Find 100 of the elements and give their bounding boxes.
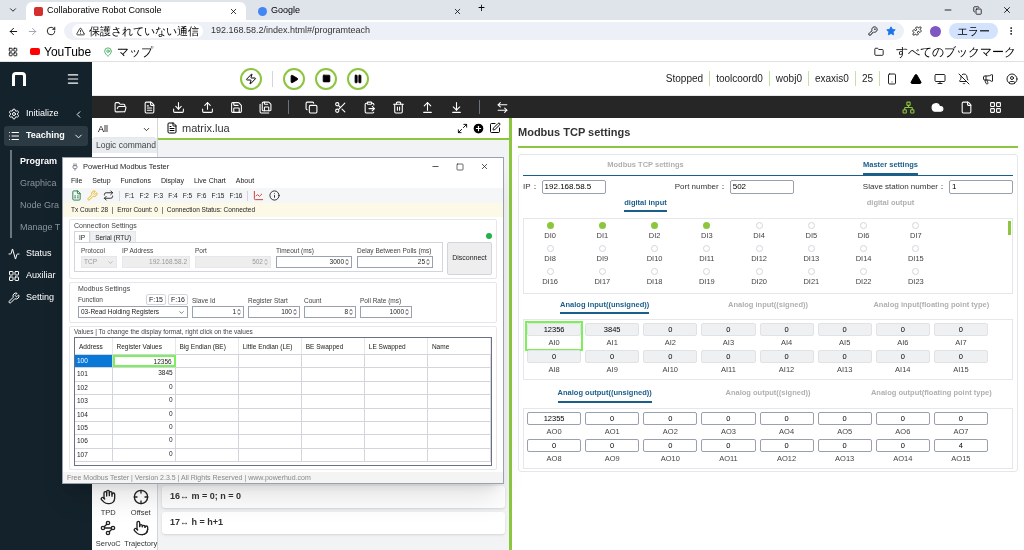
warning-icon[interactable] — [910, 72, 922, 85]
key-icon[interactable] — [868, 26, 878, 36]
power-button[interactable] — [240, 67, 262, 90]
play-button[interactable] — [283, 67, 305, 90]
swap-icon[interactable] — [496, 100, 509, 114]
tab-list-icon[interactable] — [8, 5, 18, 15]
delete-icon[interactable] — [392, 100, 405, 114]
expand-icon[interactable] — [457, 122, 468, 134]
network-icon[interactable] — [902, 100, 915, 114]
pulse-icon — [8, 248, 20, 260]
star-icon[interactable] — [886, 26, 896, 36]
restore-icon[interactable] — [973, 6, 982, 15]
copy-icon[interactable] — [305, 100, 318, 114]
upload-icon[interactable] — [201, 100, 214, 114]
list-icon — [8, 130, 20, 142]
app-logo-icon — [34, 6, 43, 16]
grid-icon[interactable] — [989, 100, 1002, 114]
browser-tab[interactable]: Google — [250, 2, 470, 20]
panel-title: Modbus TCP settings — [518, 118, 1018, 148]
paste-icon[interactable] — [363, 100, 376, 114]
back-icon[interactable] — [8, 25, 19, 37]
pause-icon — [353, 73, 363, 84]
close-icon[interactable] — [1002, 5, 1012, 15]
address-bar[interactable]: 保護されていない通信 192.168.58.2/index.html#/programteach — [64, 22, 904, 40]
spin-arrows-icon[interactable] — [345, 258, 349, 266]
lightning-icon — [245, 72, 257, 85]
edit-icon[interactable] — [489, 122, 501, 134]
bookmark-link[interactable]: YouTube — [44, 44, 92, 59]
video-logo-icon — [30, 48, 40, 55]
new-tab-button[interactable]: + — [474, 0, 489, 17]
security-chip[interactable]: 保護されていない通信 — [72, 24, 203, 38]
cut-icon[interactable] — [334, 100, 347, 114]
close-icon[interactable] — [453, 6, 462, 16]
chevron-down-icon — [178, 308, 185, 316]
input-field[interactable]: 502 — [729, 179, 794, 194]
maximize-icon[interactable] — [456, 162, 464, 171]
spreadsheet-icon[interactable] — [71, 190, 82, 201]
wrench-icon — [8, 292, 20, 304]
waypoints-icon — [100, 519, 117, 536]
grid-icon — [8, 270, 20, 282]
scrollbar-thumb[interactable] — [1008, 221, 1011, 235]
menu-icon[interactable] — [66, 72, 80, 86]
avatar-icon[interactable] — [930, 25, 941, 37]
sidebar-item[interactable]: Initialize — [4, 104, 88, 124]
folder-icon — [874, 46, 884, 57]
user-icon[interactable] — [1006, 72, 1018, 85]
extensions-icon[interactable] — [912, 26, 922, 36]
phone-icon[interactable] — [886, 72, 898, 85]
field-label: Slave station number： — [862, 180, 946, 193]
sidebar-subitem[interactable]: Manage T — [20, 216, 61, 238]
sidebar-item[interactable]: Auxiliar — [4, 266, 60, 286]
spin-arrows-icon[interactable] — [349, 308, 353, 316]
sidebar-item[interactable]: Teaching — [4, 126, 88, 146]
globe-icon — [258, 6, 267, 16]
browser-tab[interactable]: Collaborative Robot Console — [26, 2, 246, 20]
apps-icon[interactable] — [8, 46, 18, 57]
sidebar-item[interactable]: Setting — [4, 288, 59, 308]
sidebar-subitem[interactable]: Node Gra — [20, 194, 60, 216]
save-all-icon[interactable] — [259, 100, 272, 114]
save-icon[interactable] — [230, 100, 243, 114]
close-icon[interactable] — [229, 6, 238, 16]
repeat-icon[interactable] — [103, 190, 114, 201]
chevron-down-icon — [107, 258, 114, 266]
spin-arrows-icon[interactable] — [426, 258, 430, 266]
reload-icon[interactable] — [46, 26, 56, 36]
input-field[interactable]: 1 — [949, 179, 1013, 194]
folder-icon[interactable] — [114, 100, 127, 114]
close-icon[interactable] — [480, 162, 489, 171]
download-icon[interactable] — [172, 100, 185, 114]
spin-arrows-icon[interactable] — [293, 308, 297, 316]
chart-icon[interactable] — [253, 190, 265, 201]
monitor-icon[interactable] — [934, 72, 946, 85]
sidebar-subitem[interactable]: Program — [20, 150, 57, 172]
file-icon[interactable] — [143, 100, 156, 114]
tab-title: Collaborative Robot Console — [47, 4, 163, 18]
bookmark-link[interactable]: すべてのブックマーク — [896, 44, 1016, 59]
spin-arrows-icon[interactable] — [237, 308, 241, 316]
sidebar-subitem[interactable]: Graphica — [20, 172, 57, 194]
input-field[interactable]: 192.168.58.5 — [541, 179, 606, 194]
move-up-icon[interactable] — [421, 100, 434, 114]
tab-title: Google — [271, 4, 302, 18]
url-text: 192.168.58.2/index.html#/programteach — [211, 24, 371, 38]
info-icon[interactable] — [269, 190, 281, 201]
add-icon[interactable] — [472, 121, 485, 135]
spin-arrows-icon[interactable] — [405, 308, 409, 316]
category-tab[interactable]: Logic command — [92, 138, 157, 153]
file-icon[interactable] — [960, 100, 973, 114]
megaphone-icon[interactable] — [982, 72, 994, 85]
cloud-icon[interactable] — [931, 100, 944, 114]
profile-button[interactable]: エラー — [949, 22, 998, 40]
mute-icon[interactable] — [958, 72, 970, 85]
gear-icon — [8, 108, 20, 120]
sidebar-item[interactable]: Status — [4, 244, 56, 264]
file-name: matrix.lua — [182, 120, 230, 136]
pointer-icon — [132, 519, 149, 536]
move-down-icon[interactable] — [450, 100, 463, 114]
bookmark-link[interactable]: マップ — [117, 44, 154, 59]
stop-button[interactable] — [315, 67, 337, 90]
status-text: exaxis0 — [808, 71, 856, 86]
pause-button[interactable] — [347, 67, 369, 90]
